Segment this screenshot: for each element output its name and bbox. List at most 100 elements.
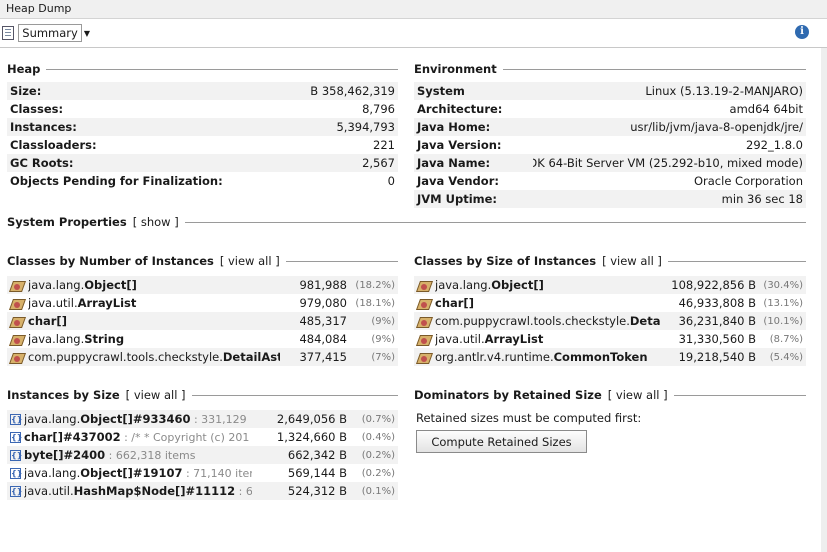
class-simple-name: Object[]#933460: [80, 412, 191, 426]
class-name[interactable]: java.lang.Object[]: [28, 278, 280, 292]
instances-by-size-title: Instances by Size: [7, 388, 120, 402]
percent-cell: (7%): [371, 351, 395, 363]
class-name[interactable]: java.lang.String: [28, 332, 280, 346]
table-row[interactable]: com.puppycrawl.tools.checkstyle.Deta 36,2…: [414, 312, 806, 330]
heap-value: 358,462,319 B: [310, 84, 395, 98]
view-selector[interactable]: Summary ▼: [2, 23, 90, 43]
class-simple-name: Object[]: [84, 278, 137, 292]
classes-by-instances-view-all-link[interactable]: [ view all ]: [220, 254, 280, 268]
divider: [673, 394, 806, 396]
class-icon: [417, 315, 432, 328]
value-cell: 979,080: [299, 296, 347, 310]
heap-section-header: Heap: [7, 61, 398, 77]
value-cell: 377,415: [299, 350, 347, 364]
environment-row: Java Version: 1.8.0_292: [414, 136, 806, 154]
class-icon: [10, 315, 25, 328]
instance-icon: {}: [10, 413, 23, 425]
value-cell: 108,922,856 B: [671, 278, 756, 292]
heap-value: 221: [373, 138, 395, 152]
environment-row: Java Name: OpenJDK 64-Bit Server VM (25.2…: [414, 154, 806, 172]
divider: [502, 68, 806, 70]
heap-value: 5,394,793: [336, 120, 395, 134]
table-row[interactable]: com.puppycrawl.tools.checkstyle.DetailAs…: [7, 348, 398, 366]
environment-value: Oracle Corporation: [693, 174, 803, 188]
percent-cell: (30.4%): [763, 279, 803, 291]
heap-value: 8,796: [362, 102, 395, 116]
class-simple-name: char[]: [28, 314, 67, 328]
value-cell: 1,324,660 B: [276, 430, 347, 444]
instance-detail: : 6: [235, 485, 252, 498]
class-name[interactable]: java.util.ArrayList: [28, 296, 280, 310]
table-row[interactable]: {} byte[]#2400 : 662,318 items 662,342 B (0…: [7, 446, 398, 464]
heap-key: Size:: [10, 84, 42, 98]
environment-value: 18 min 36 sec: [721, 192, 803, 206]
table-row[interactable]: java.util.ArrayList 979,080 (18.1%): [7, 294, 398, 312]
class-name[interactable]: java.lang.Object[]#19107 : 71,140 iter: [24, 466, 252, 480]
class-name[interactable]: com.puppycrawl.tools.checkstyle.DetailAs…: [28, 350, 280, 364]
class-name[interactable]: byte[]#2400 : 662,318 items: [24, 448, 252, 462]
environment-row: Java Home: /usr/lib/jvm/java-8-openjdk/jr…: [414, 118, 806, 136]
divider: [285, 260, 398, 262]
heap-key: Classloaders:: [10, 138, 97, 152]
dominators-view-all-link[interactable]: [ view all ]: [608, 388, 668, 402]
value-cell: 485,317: [299, 314, 347, 328]
value-cell: 981,988: [299, 278, 347, 292]
class-name[interactable]: java.util.HashMap$Node[]#11112 : 6: [24, 484, 252, 498]
classes-by-size-title: Classes by Size of Instances: [414, 254, 597, 268]
value-cell: 524,312 B: [287, 484, 347, 498]
environment-key: Java Name:: [417, 156, 491, 170]
instance-detail: : 71,140 iter: [182, 467, 252, 480]
table-row[interactable]: java.lang.Object[] 108,922,856 B (30.4%): [414, 276, 806, 294]
value-cell: 569,144 B: [287, 466, 347, 480]
class-name[interactable]: char[]: [28, 314, 280, 328]
table-row[interactable]: java.util.ArrayList 31,330,560 B (8.7%): [414, 330, 806, 348]
package-prefix: java.lang.: [24, 412, 81, 426]
environment-value: Linux (5.13.19-2-MANJARO): [645, 84, 803, 98]
percent-cell: (18.2%): [355, 279, 395, 291]
class-name[interactable]: java.lang.Object[]#933460 : 331,129: [24, 412, 252, 426]
table-row[interactable]: char[] 485,317 (9%): [7, 312, 398, 330]
classes-by-instances-table: java.lang.Object[] 981,988 (18.2%) java.uti…: [7, 276, 398, 366]
class-name[interactable]: char[]: [435, 296, 661, 310]
table-row[interactable]: {} java.lang.Object[]#19107 : 71,140 iter…: [7, 464, 398, 482]
table-row[interactable]: {} char[]#437002 : /* * Copyright (c) 201…: [7, 428, 398, 446]
class-simple-name: CommonToken: [553, 350, 648, 364]
package-prefix: java.util.: [28, 296, 78, 310]
retained-sizes-note: Retained sizes must be computed first:: [416, 411, 642, 425]
show-properties-link[interactable]: [ show ]: [133, 215, 179, 229]
classes-by-size-view-all-link[interactable]: [ view all ]: [602, 254, 662, 268]
divider: [184, 221, 806, 223]
class-simple-name: char[]#437002: [24, 430, 121, 444]
instances-by-size-view-all-link[interactable]: [ view all ]: [126, 388, 186, 402]
environment-value: /usr/lib/jvm/java-8-openjdk/jre: [630, 120, 803, 134]
table-row[interactable]: java.lang.Object[] 981,988 (18.2%): [7, 276, 398, 294]
toolbar: Summary ▼ i: [0, 19, 827, 48]
class-name[interactable]: org.antlr.v4.runtime.CommonToken: [435, 350, 661, 364]
vertical-scrollbar[interactable]: [821, 48, 827, 552]
environment-row: Java Vendor: Oracle Corporation: [414, 172, 806, 190]
info-icon[interactable]: i: [795, 25, 809, 39]
compute-retained-sizes-button[interactable]: Compute Retained Sizes: [416, 430, 587, 453]
instance-detail: : 331,129: [190, 413, 247, 426]
heap-key: Instances:: [10, 120, 77, 134]
table-row[interactable]: java.lang.String 484,084 (9%): [7, 330, 398, 348]
table-row[interactable]: {} java.lang.Object[]#933460 : 331,129 2,6…: [7, 410, 398, 428]
table-row[interactable]: {} java.util.HashMap$Node[]#11112 : 6 524,…: [7, 482, 398, 500]
package-prefix: org.antlr.v4.runtime.: [435, 350, 554, 364]
class-name[interactable]: com.puppycrawl.tools.checkstyle.Deta: [435, 314, 661, 328]
table-row[interactable]: char[] 46,933,808 B (13.1%): [414, 294, 806, 312]
environment-value: OpenJDK 64-Bit Server VM (25.292-b10, mi…: [533, 156, 803, 170]
table-row[interactable]: org.antlr.v4.runtime.CommonToken 19,218,5…: [414, 348, 806, 366]
divider: [191, 394, 398, 396]
class-simple-name: ArrayList: [484, 332, 544, 346]
classes-by-size-header: Classes by Size of Instances [ view all …: [414, 253, 806, 269]
percent-cell: (8.7%): [769, 333, 803, 345]
class-name[interactable]: java.util.ArrayList: [435, 332, 661, 346]
heap-key: Objects Pending for Finalization:: [10, 174, 223, 188]
class-name[interactable]: java.lang.Object[]: [435, 278, 661, 292]
instance-icon: {}: [10, 485, 23, 497]
environment-row: JVM Uptime: 18 min 36 sec: [414, 190, 806, 208]
percent-cell: (9%): [371, 315, 395, 327]
class-name[interactable]: char[]#437002 : /* * Copyright (c) 201: [24, 430, 252, 444]
system-properties-title: System Properties: [7, 215, 127, 229]
